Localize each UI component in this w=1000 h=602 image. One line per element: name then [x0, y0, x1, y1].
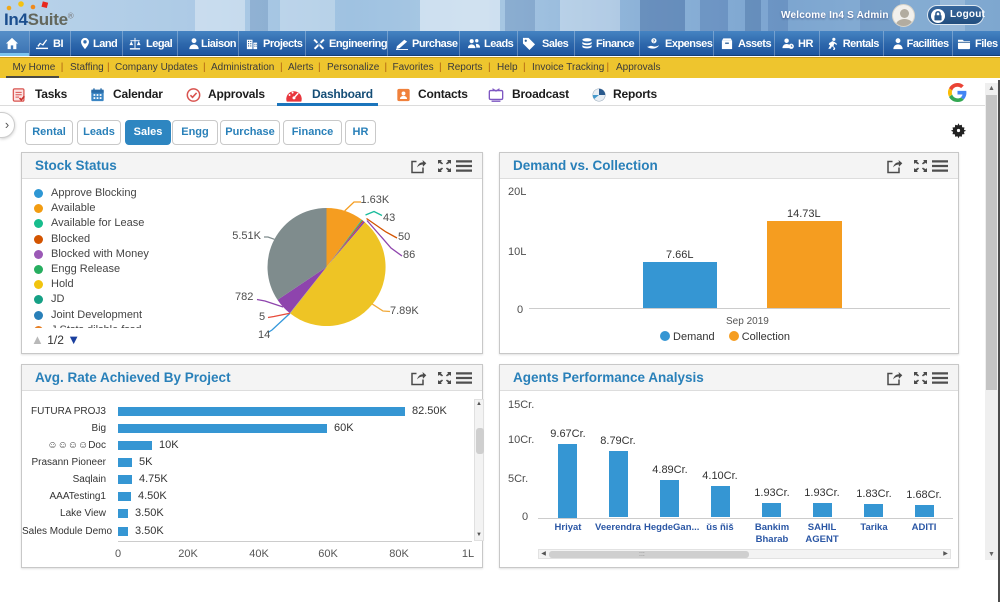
svg-text:?: ? [653, 38, 656, 43]
